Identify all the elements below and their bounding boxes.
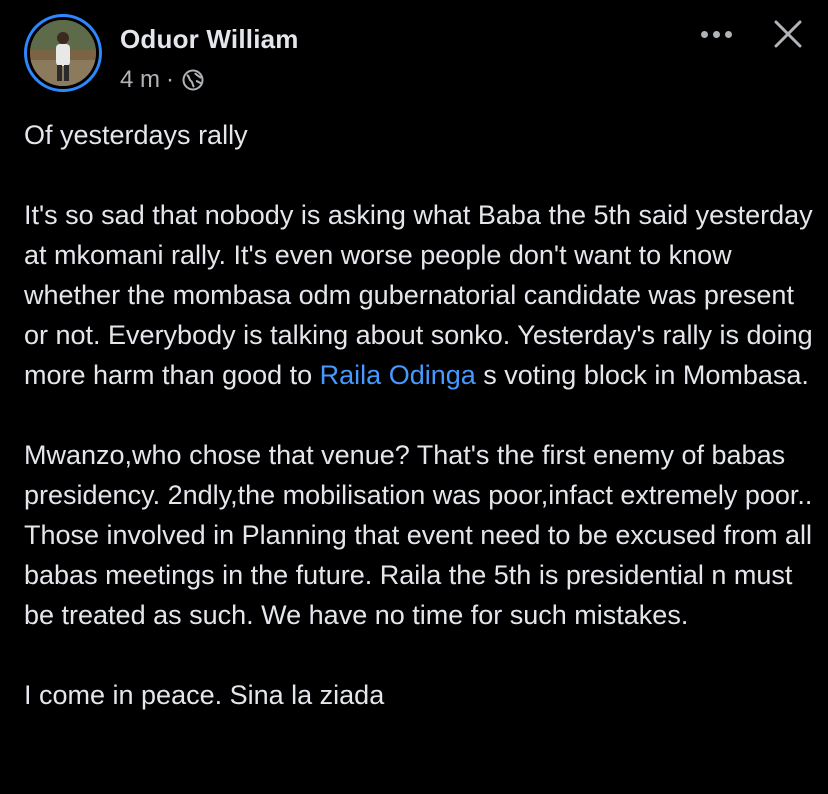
post-meta: 4 m · — [120, 66, 204, 94]
post-paragraph-2: Mwanzo,who chose that venue? That's the … — [24, 440, 813, 630]
post-timestamp[interactable]: 4 m — [120, 66, 160, 94]
post-closing-line: I come in peace. Sina la ziada — [24, 680, 385, 710]
avatar-story-ring[interactable] — [24, 14, 102, 92]
more-dot — [712, 30, 720, 38]
more-dot — [724, 30, 732, 38]
post-body: Of yesterdays rally It's so sad that nob… — [24, 115, 814, 715]
close-icon — [774, 20, 802, 48]
meta-separator: · — [166, 66, 175, 93]
post-title-line: Of yesterdays rally — [24, 120, 248, 150]
mention-link[interactable]: Raila Odinga — [320, 360, 476, 390]
post-header: Oduor William 4 m · — [0, 0, 828, 110]
post-paragraph-1: It's so sad that nobody is asking what B… — [24, 195, 814, 395]
more-horizontal-icon — [700, 30, 708, 38]
globe-icon[interactable] — [182, 69, 204, 91]
paragraph-1-text-end: s voting block in Mombasa. — [475, 360, 809, 390]
close-button[interactable] — [768, 14, 808, 54]
avatar[interactable] — [30, 20, 96, 86]
author-name[interactable]: Oduor William — [120, 24, 299, 55]
more-options-button[interactable] — [692, 22, 740, 46]
